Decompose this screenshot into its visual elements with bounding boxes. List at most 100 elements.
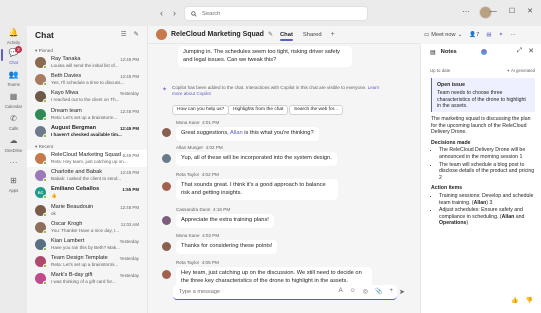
suggestion-button[interactable]: Highlights from the chat bbox=[228, 105, 289, 115]
close-icon[interactable]: ✕ bbox=[528, 47, 534, 55]
avatar bbox=[35, 273, 47, 286]
window-controls: — ☐ ✕ bbox=[490, 7, 533, 16]
send-icon[interactable]: ➤ bbox=[399, 288, 405, 296]
thumbs-down-icon[interactable]: 👎 bbox=[526, 297, 533, 304]
rail-teams[interactable]: 👥 Teams bbox=[0, 70, 27, 87]
tab-shared[interactable]: Shared bbox=[300, 26, 325, 44]
chat-list-item[interactable]: Marie Beaudouin ok 12:45 PM bbox=[27, 202, 147, 219]
copilot-system-note: Copilot has been added to the chat. Inte… bbox=[172, 85, 382, 97]
back-arrow-icon[interactable]: ‹ bbox=[160, 8, 163, 18]
recent-label-text: Recent bbox=[38, 143, 54, 149]
search-input[interactable]: Search bbox=[184, 6, 368, 21]
participants-button[interactable]: 👤7 bbox=[469, 32, 479, 38]
chat-main: ReleCloud Marketing Squad ✎ Chat Shared … bbox=[148, 26, 420, 313]
chat-item-preview: 👍 bbox=[51, 193, 57, 199]
chat-item-preview: Reta: Let's set up a brainstormi... bbox=[51, 262, 119, 268]
pinned-section-label[interactable]: ▾ Pinned bbox=[27, 44, 147, 54]
rail-calendar[interactable]: ▦ Calendar bbox=[0, 92, 27, 109]
message-bubble[interactable]: Great suggestions, Allan is this what yo… bbox=[176, 127, 319, 141]
rail-chat[interactable]: 💬 2 Chat bbox=[0, 46, 27, 65]
avatar bbox=[162, 154, 171, 163]
attach-icon[interactable]: 📎 bbox=[375, 288, 382, 295]
meet-now-button[interactable]: ▭ Meet now ⌄ bbox=[424, 32, 462, 38]
message-bubble[interactable]: Thanks for considering these points! bbox=[176, 240, 278, 254]
open-issue-card[interactable]: Open issue Team needs to choose three ch… bbox=[431, 78, 535, 112]
filter-icon[interactable]: ☰ bbox=[121, 30, 127, 38]
copilot-icon[interactable]: ✦ bbox=[499, 32, 504, 38]
message-bubble[interactable]: Appreciate the extra training plans! bbox=[176, 214, 274, 228]
chat-list-item[interactable]: EC Emiliano Ceballos 👍 1:55 PM bbox=[27, 184, 147, 201]
bell-icon: 🔔 bbox=[8, 28, 19, 37]
message-text: Great suggestions, bbox=[181, 130, 231, 136]
rail-label: Calendar bbox=[5, 104, 22, 109]
chat-list-item[interactable]: Team Design Template Reta: Let's set up a… bbox=[27, 253, 147, 270]
ai-generated-text: AI generated bbox=[511, 68, 535, 73]
expand-icon[interactable]: ⤢ bbox=[517, 47, 522, 55]
chat-list-item[interactable]: Dream team Reta: Let's set up a brainstor… bbox=[27, 106, 147, 123]
chat-list-item[interactable]: Beth Davies Yes, I'll schedule a time to … bbox=[27, 71, 147, 88]
chat-list-item[interactable]: Mark's B-day gift I was thinking of a gif… bbox=[27, 270, 147, 287]
chat-list-item[interactable]: Charlotte and Babak Babak: I asked the cl… bbox=[27, 167, 147, 184]
presence-indicator bbox=[43, 178, 47, 183]
chat-list-item[interactable]: Kayo Miwa I reached out to the client on … bbox=[27, 88, 147, 105]
rail-onedrive[interactable]: ☁ OneDrive bbox=[0, 136, 27, 153]
sender-name: Reta Taylor bbox=[176, 172, 200, 177]
rail-calls[interactable]: ✆ Calls bbox=[0, 114, 27, 131]
compose-box[interactable]: Type a message A ☺ ◎ 📎 + bbox=[173, 285, 397, 300]
close-icon[interactable]: ✕ bbox=[527, 7, 533, 15]
rail-label: Activity bbox=[6, 40, 21, 45]
assignee: Allan bbox=[473, 199, 487, 206]
chat-list-title: Chat bbox=[35, 30, 54, 40]
rail-activity[interactable]: 🔔 Activity bbox=[0, 28, 27, 45]
avatar bbox=[162, 270, 171, 279]
chat-item-time: 12:45 PM bbox=[120, 170, 139, 176]
add-icon[interactable]: + bbox=[389, 288, 393, 295]
message-sender: Mona Kane 4:01 PM bbox=[176, 120, 219, 125]
rail-apps[interactable]: ⊞ Apps bbox=[0, 176, 27, 193]
loop-component-icon[interactable] bbox=[479, 47, 489, 57]
presence-indicator bbox=[43, 195, 47, 200]
message-bubble[interactable]: Yup, all of these will be incorporated i… bbox=[176, 152, 337, 166]
teams-icon: 👥 bbox=[8, 70, 19, 79]
item-text: ) bbox=[466, 220, 469, 227]
rail-label: Teams bbox=[7, 82, 20, 87]
more-options-icon[interactable]: ··· bbox=[462, 7, 470, 16]
message-bubble[interactable]: That sounds great. I think it's a good a… bbox=[176, 179, 338, 200]
sender-name: Mona Kane bbox=[176, 120, 200, 125]
maximize-icon[interactable]: ☐ bbox=[509, 7, 515, 15]
suggestion-button[interactable]: How can you help us? bbox=[172, 105, 230, 115]
more-options-icon[interactable]: ··· bbox=[510, 32, 516, 38]
presence-indicator bbox=[43, 161, 47, 166]
list-item: The team will schedule a blog post to di… bbox=[439, 162, 537, 182]
notes-icon: ▤ bbox=[430, 49, 436, 56]
chat-list-item[interactable]: Oscar Krogh You: Thanks! Have a nice day,… bbox=[27, 219, 147, 236]
presence-indicator bbox=[43, 212, 47, 217]
format-icon[interactable]: A bbox=[339, 288, 343, 295]
emoji-icon[interactable]: ☺ bbox=[350, 288, 356, 295]
new-chat-icon[interactable]: ✎ bbox=[134, 30, 139, 38]
suggestion-button[interactable]: Search the web for... bbox=[289, 105, 343, 115]
chat-list-item[interactable]: ReleCloud Marketing Squad Reta: Hey team,… bbox=[27, 149, 147, 168]
apps-icon: ⊞ bbox=[10, 176, 17, 185]
message-bubble[interactable]: Jumping in. The schedules seem too tight… bbox=[178, 46, 352, 67]
notes-toggle-icon[interactable]: ▤ bbox=[486, 32, 491, 38]
forward-arrow-icon[interactable]: › bbox=[173, 8, 176, 18]
presence-indicator bbox=[43, 116, 47, 121]
loop-icon[interactable]: ◎ bbox=[363, 288, 368, 295]
tab-chat[interactable]: Chat bbox=[277, 26, 296, 44]
chat-item-time: 12:45 PM bbox=[119, 125, 139, 131]
recent-section-label[interactable]: ▾ Recent bbox=[27, 140, 147, 150]
rail-label: OneDrive bbox=[4, 148, 23, 153]
item-text: and bbox=[514, 213, 525, 220]
edit-name-icon[interactable]: ✎ bbox=[268, 31, 273, 38]
chat-list-item[interactable]: Kian Lambert Have you ran this by Beth? M… bbox=[27, 236, 147, 253]
chat-list-item[interactable]: August Bergman I haven't checked availabl… bbox=[27, 123, 147, 140]
chat-item-time: Yesterday bbox=[119, 273, 139, 279]
add-tab-icon[interactable]: + bbox=[331, 31, 335, 38]
sender-name: Reta Taylor bbox=[176, 260, 200, 265]
mention[interactable]: Allan bbox=[230, 130, 243, 136]
thumbs-up-icon[interactable]: 👍 bbox=[511, 297, 518, 304]
minimize-icon[interactable]: — bbox=[490, 8, 497, 15]
rail-more-apps[interactable]: ··· bbox=[0, 158, 27, 170]
chat-list-item[interactable]: Ray Tanaka Louisa will send the initial l… bbox=[27, 54, 147, 71]
